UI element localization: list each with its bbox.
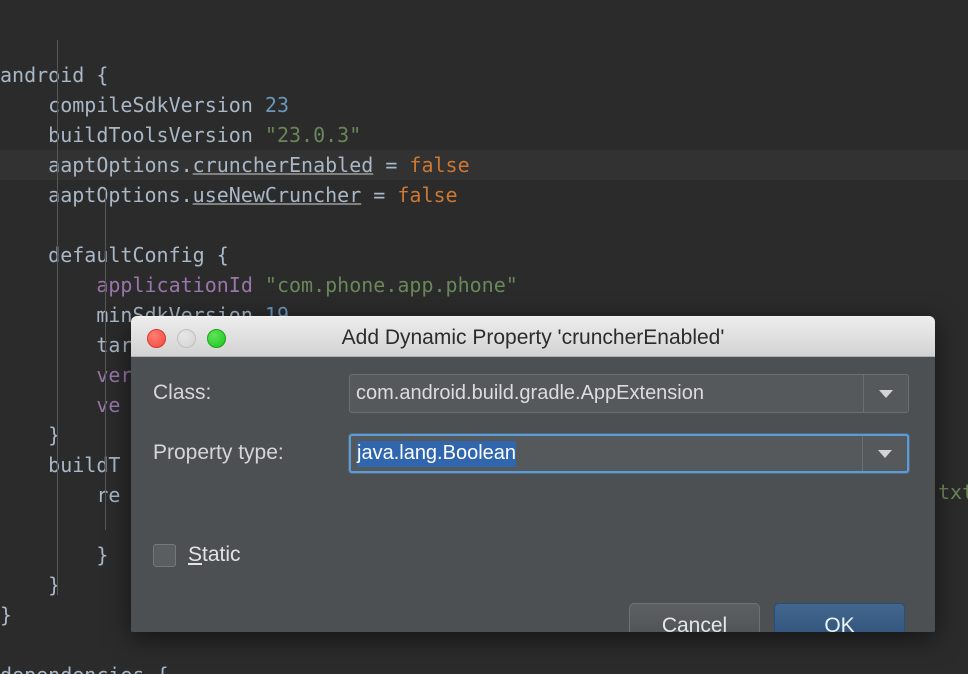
- code-token: =: [373, 153, 410, 177]
- indent-guide: [105, 190, 106, 530]
- class-combobox[interactable]: com.android.build.gradle.AppExtension: [349, 374, 909, 413]
- add-dynamic-property-dialog: Add Dynamic Property 'cruncherEnabled' C…: [131, 316, 935, 632]
- ok-button[interactable]: OK: [774, 603, 905, 632]
- chevron-down-icon: [878, 449, 892, 458]
- code-token: }: [0, 603, 13, 627]
- code-token: aaptOptions.: [0, 153, 193, 177]
- code-token: 23: [264, 93, 289, 117]
- static-checkbox-row[interactable]: Static: [153, 543, 241, 567]
- class-dropdown-button[interactable]: [863, 375, 908, 412]
- code-line: android {: [0, 60, 968, 90]
- property-type-combobox-value[interactable]: java.lang.Boolean: [351, 436, 862, 471]
- cancel-button[interactable]: Cancel: [629, 603, 760, 632]
- code-token: "com.phone.app.phone": [264, 273, 518, 297]
- screen-root: android { compileSdkVersion 23 buildTool…: [0, 0, 968, 674]
- code-line: buildToolsVersion "23.0.3": [0, 120, 968, 150]
- code-line: aaptOptions.useNewCruncher = false: [0, 180, 968, 210]
- code-token: dependencies: [0, 663, 157, 674]
- static-label-rest: tatic: [202, 543, 241, 566]
- code-token: aaptOptions.: [0, 183, 193, 207]
- code-token: {: [157, 663, 169, 674]
- code-token: =: [361, 183, 398, 207]
- code-token: false: [409, 153, 470, 177]
- dialog-title: Add Dynamic Property 'cruncherEnabled': [341, 326, 725, 349]
- property-type-dropdown-button[interactable]: [862, 436, 907, 471]
- class-label: Class:: [153, 381, 212, 404]
- code-line: dependencies {: [0, 660, 968, 674]
- code-token: }: [0, 573, 61, 597]
- code-token: {: [96, 63, 109, 87]
- code-token: cruncherEnabled: [192, 153, 374, 177]
- property-type-label: Property type:: [153, 441, 284, 464]
- property-type-selected-text: java.lang.Boolean: [357, 440, 517, 467]
- code-token: android: [0, 63, 97, 87]
- code-token: "23.0.3": [264, 123, 362, 147]
- code-token: buildT: [0, 453, 121, 477]
- chevron-down-icon: [879, 389, 893, 398]
- code-token: buildToolsVersion: [0, 123, 265, 147]
- editor-right-fragment: txt: [938, 480, 968, 504]
- indent-guide: [57, 40, 58, 595]
- code-token: compileSdkVersion: [0, 93, 265, 117]
- code-token: }: [0, 423, 61, 447]
- static-mnemonic: S: [188, 543, 203, 566]
- code-line: aaptOptions.cruncherEnabled = false: [0, 150, 968, 180]
- code-token: defaultConfig: [0, 243, 217, 267]
- code-token: {: [216, 243, 229, 267]
- code-token: }: [0, 543, 109, 567]
- code-token: re: [0, 483, 121, 507]
- property-type-combobox[interactable]: java.lang.Boolean: [349, 434, 909, 473]
- static-checkbox-label: Static: [188, 543, 241, 567]
- code-line: compileSdkVersion 23: [0, 90, 968, 120]
- code-line: defaultConfig {: [0, 240, 968, 270]
- code-token: false: [397, 183, 458, 207]
- dialog-body: Class: com.android.build.gradle.AppExten…: [131, 357, 935, 632]
- code-line: applicationId "com.phone.app.phone": [0, 270, 968, 300]
- code-token: applicationId: [96, 273, 253, 297]
- class-combobox-value: com.android.build.gradle.AppExtension: [356, 382, 704, 404]
- dialog-titlebar[interactable]: Add Dynamic Property 'cruncherEnabled': [131, 316, 935, 357]
- code-token: ve: [96, 393, 121, 417]
- static-checkbox[interactable]: [153, 543, 176, 567]
- code-token: useNewCruncher: [192, 183, 362, 207]
